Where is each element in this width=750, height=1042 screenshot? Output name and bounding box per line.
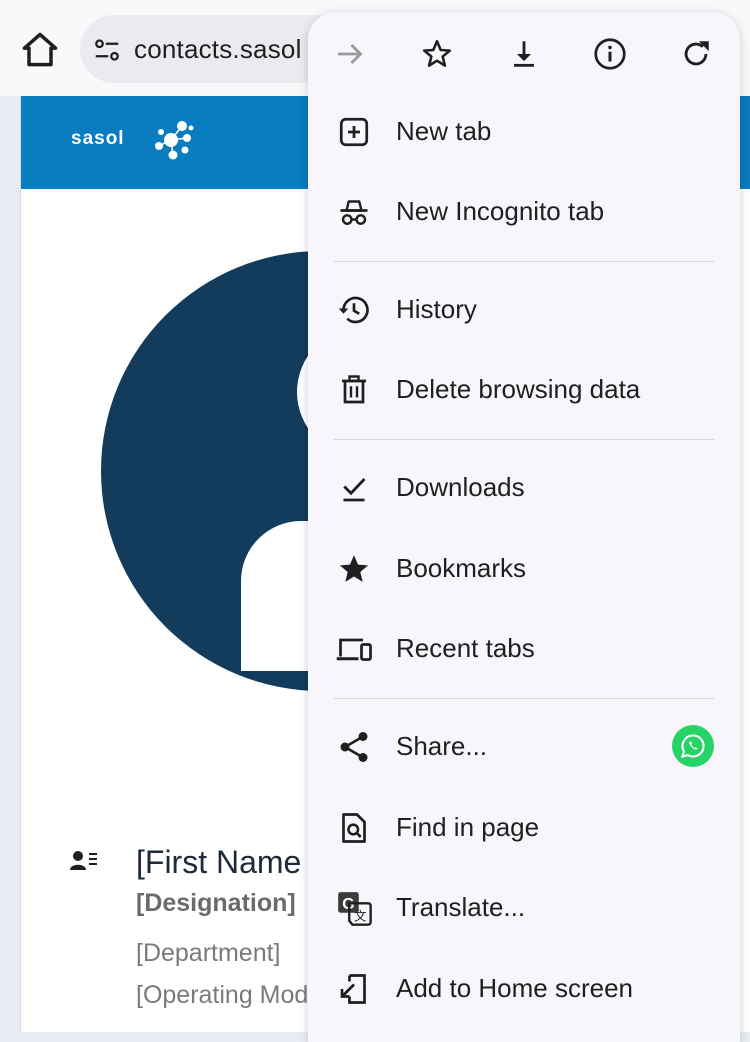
arrow-forward-icon: [338, 43, 363, 65]
menu-item-label: Add to Home screen: [396, 973, 634, 1003]
menu-item-new-tab[interactable]: New tab: [308, 92, 740, 172]
menu-item-label: Bookmarks: [396, 553, 527, 583]
molecule-logo-icon: [155, 121, 194, 160]
menu-item-translate[interactable]: G 文 Translate...: [308, 868, 740, 948]
contact-operating-model: [Operating Mod: [136, 981, 309, 1009]
contact-department: [Department]: [136, 939, 281, 967]
menu-divider: [334, 439, 714, 440]
menu-divider: [334, 698, 714, 699]
overflow-menu: New tab New Incognito tab History Delete…: [308, 12, 740, 1042]
menu-item-history[interactable]: History: [308, 270, 740, 350]
menu-item-label: Downloads: [396, 472, 525, 502]
add-box-icon: [334, 112, 374, 152]
incognito-icon: [334, 192, 374, 232]
refresh-icon: [684, 41, 709, 66]
menu-item-label: Recent tabs: [396, 633, 535, 663]
menu-item-label: History: [396, 294, 477, 324]
menu-item-bookmarks[interactable]: Bookmarks: [308, 529, 740, 609]
home-button[interactable]: [18, 28, 62, 72]
find-in-page-icon: [334, 808, 374, 848]
history-icon: [334, 290, 374, 330]
menu-item-label: New tab: [396, 116, 492, 146]
menu-item-label: Delete browsing data: [396, 374, 641, 404]
contact-card-icon: [69, 848, 99, 874]
menu-item-label: New Incognito tab: [396, 196, 605, 226]
brand-wordmark: sasol: [71, 128, 125, 149]
star-outline-icon: [422, 39, 452, 67]
tune-icon: [95, 39, 119, 61]
menu-item-delete-browsing-data[interactable]: Delete browsing data: [308, 350, 740, 430]
download-done-icon: [334, 468, 374, 508]
page-info-button[interactable]: [588, 32, 632, 76]
download-icon: [514, 41, 534, 67]
trash-icon: [334, 370, 374, 410]
forward-button[interactable]: [328, 32, 372, 76]
menu-item-add-to-home-screen[interactable]: Add to Home screen: [308, 949, 740, 1029]
star-icon: [334, 549, 374, 589]
contact-name: [First Name: [136, 844, 302, 880]
menu-item-label: Share...: [396, 731, 488, 761]
translate-icon: G 文: [334, 888, 374, 928]
home-icon: [22, 32, 58, 67]
menu-item-recent-tabs[interactable]: Recent tabs: [308, 609, 740, 689]
contact-designation: [Designation]: [136, 889, 296, 917]
menu-divider: [334, 261, 714, 262]
add-to-home-icon: [334, 969, 374, 1009]
menu-item-downloads[interactable]: Downloads: [308, 448, 740, 528]
devices-icon: [334, 629, 374, 669]
share-whatsapp-button[interactable]: [672, 725, 714, 767]
bookmark-this-page-button[interactable]: [415, 32, 459, 76]
url-text[interactable]: contacts.sasol: [134, 34, 302, 65]
menu-item-label: Translate...: [396, 892, 526, 922]
reload-button[interactable]: [674, 32, 718, 76]
share-icon: [334, 727, 374, 767]
menu-item-share[interactable]: Share...: [308, 707, 740, 787]
menu-item-label: Find in page: [396, 812, 540, 842]
info-icon: [594, 38, 626, 70]
menu-toolbar: [308, 12, 740, 92]
menu-item-new-incognito-tab[interactable]: New Incognito tab: [308, 172, 740, 252]
download-page-button[interactable]: [502, 32, 546, 76]
site-settings-button[interactable]: [92, 35, 122, 65]
svg-text:文: 文: [354, 910, 367, 924]
menu-item-find-in-page[interactable]: Find in page: [308, 788, 740, 868]
whatsapp-icon: [681, 734, 705, 758]
